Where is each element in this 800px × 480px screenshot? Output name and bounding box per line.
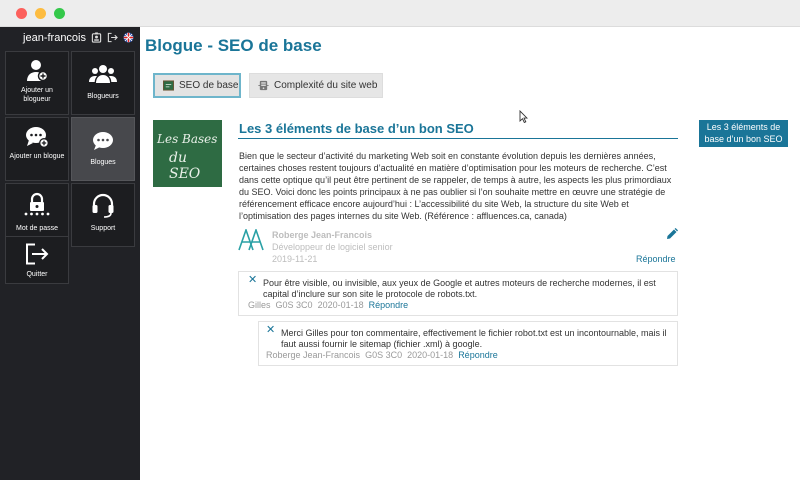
badge-icon[interactable] — [91, 32, 102, 43]
nav-tile-quit[interactable]: Quitter — [5, 236, 69, 284]
user-bar: jean-francois — [0, 31, 140, 47]
comment-date: 2020-01-18 — [407, 350, 454, 360]
nav-tile-add-blog[interactable]: Ajouter un blogue — [5, 117, 69, 181]
minimize-window-button[interactable] — [35, 8, 46, 19]
comment-reply-link[interactable]: Répondre — [369, 300, 409, 310]
nav-tile-label: Ajouter un blogue — [9, 153, 65, 160]
side-post-link-line: Les 3 éléments de — [706, 122, 781, 132]
delete-comment-icon[interactable]: ✕ — [248, 275, 257, 286]
nav-tile-label: Mot de passe — [15, 225, 59, 232]
add-user-icon — [27, 60, 48, 82]
users-icon — [89, 65, 117, 83]
tab-complexite-site-web[interactable]: Complexité du site web — [249, 73, 383, 98]
delete-comment-icon[interactable]: ✕ — [266, 325, 275, 336]
add-comment-icon — [26, 127, 49, 148]
nav-tile-add-blogger[interactable]: Ajouter un blogueur — [5, 51, 69, 115]
comment-text: Merci Gilles pour ton commentaire, effec… — [281, 328, 667, 349]
edit-icon[interactable] — [666, 228, 678, 240]
uk-flag-icon[interactable] — [123, 32, 134, 43]
post-date: 2019-11-21 — [272, 254, 318, 264]
comment-postal-code: G0S 3C0 — [275, 300, 313, 310]
comment-author: Gilles — [248, 300, 271, 310]
side-post-link[interactable]: Les 3 éléments de base d’un bon SEO — [699, 120, 788, 147]
author-name: Roberge Jean-Francois — [272, 230, 373, 240]
comment-reply-link[interactable]: Répondre — [458, 350, 498, 360]
logout-icon[interactable] — [107, 32, 118, 43]
nav-tile-label: Ajouter un blogueur — [21, 87, 53, 103]
comment-postal-code: G0S 3C0 — [365, 350, 403, 360]
nav-tile-label: Blogues — [90, 159, 116, 166]
comments-icon — [93, 132, 113, 150]
tab-label: SEO de base — [179, 80, 239, 91]
author-logo-icon — [238, 229, 264, 251]
nav-tile-label: Quitter — [26, 271, 48, 278]
nav-tile-label: Support — [90, 225, 116, 232]
comment-author: Roberge Jean-Francois — [266, 350, 361, 360]
comment-text: Pour être visible, ou invisible, aux yeu… — [263, 278, 656, 299]
lock-icon — [24, 192, 50, 216]
sidebar: jean-francois Ajouter un blogueur Blogue… — [0, 27, 140, 480]
close-window-button[interactable] — [16, 8, 27, 19]
nav-tile-bloggers[interactable]: Blogueurs — [71, 51, 135, 115]
tab-seo-de-base[interactable]: SEO de base — [153, 73, 241, 98]
nav-tile-label: Blogueurs — [87, 93, 119, 100]
window-titlebar — [0, 0, 800, 27]
post-title-divider — [238, 138, 678, 139]
side-post-link-line: base d’un bon SEO — [704, 134, 783, 144]
username: jean-francois — [23, 32, 86, 44]
comment-meta: Roberge Jean-Francois G0S 3C0 2020-01-18… — [266, 350, 498, 361]
headset-icon — [92, 193, 114, 218]
page-title: Blogue - SEO de base — [145, 36, 322, 55]
comment-reply: ✕ Merci Gilles pour ton commentaire, eff… — [258, 321, 678, 366]
reply-link[interactable]: Répondre — [636, 254, 676, 264]
post-title: Les 3 éléments de base d’un bon SEO — [239, 121, 474, 136]
author-role: Développeur de logiciel senior — [272, 242, 393, 252]
mouse-cursor-icon — [519, 110, 528, 123]
comment-meta: Gilles G0S 3C0 2020-01-18 Répondre — [248, 300, 408, 311]
nav-tile-support[interactable]: Support — [71, 183, 135, 247]
blackboard-icon — [163, 80, 174, 91]
thumbnail-text: Les Bases — [157, 132, 218, 146]
thumbnail-text: du SEO — [169, 150, 201, 182]
nav-tile-blogs[interactable]: Blogues — [71, 117, 135, 181]
post-thumbnail: Les Bases du SEO — [153, 120, 222, 187]
post-body: Bien que le secteur d’activité du market… — [239, 151, 672, 221]
server-icon — [258, 80, 269, 91]
maximize-window-button[interactable] — [54, 8, 65, 19]
tab-label: Complexité du site web — [274, 80, 378, 91]
comment: ✕ Pour être visible, ou invisible, aux y… — [238, 271, 678, 316]
exit-icon — [26, 243, 49, 265]
comment-date: 2020-01-18 — [317, 300, 364, 310]
